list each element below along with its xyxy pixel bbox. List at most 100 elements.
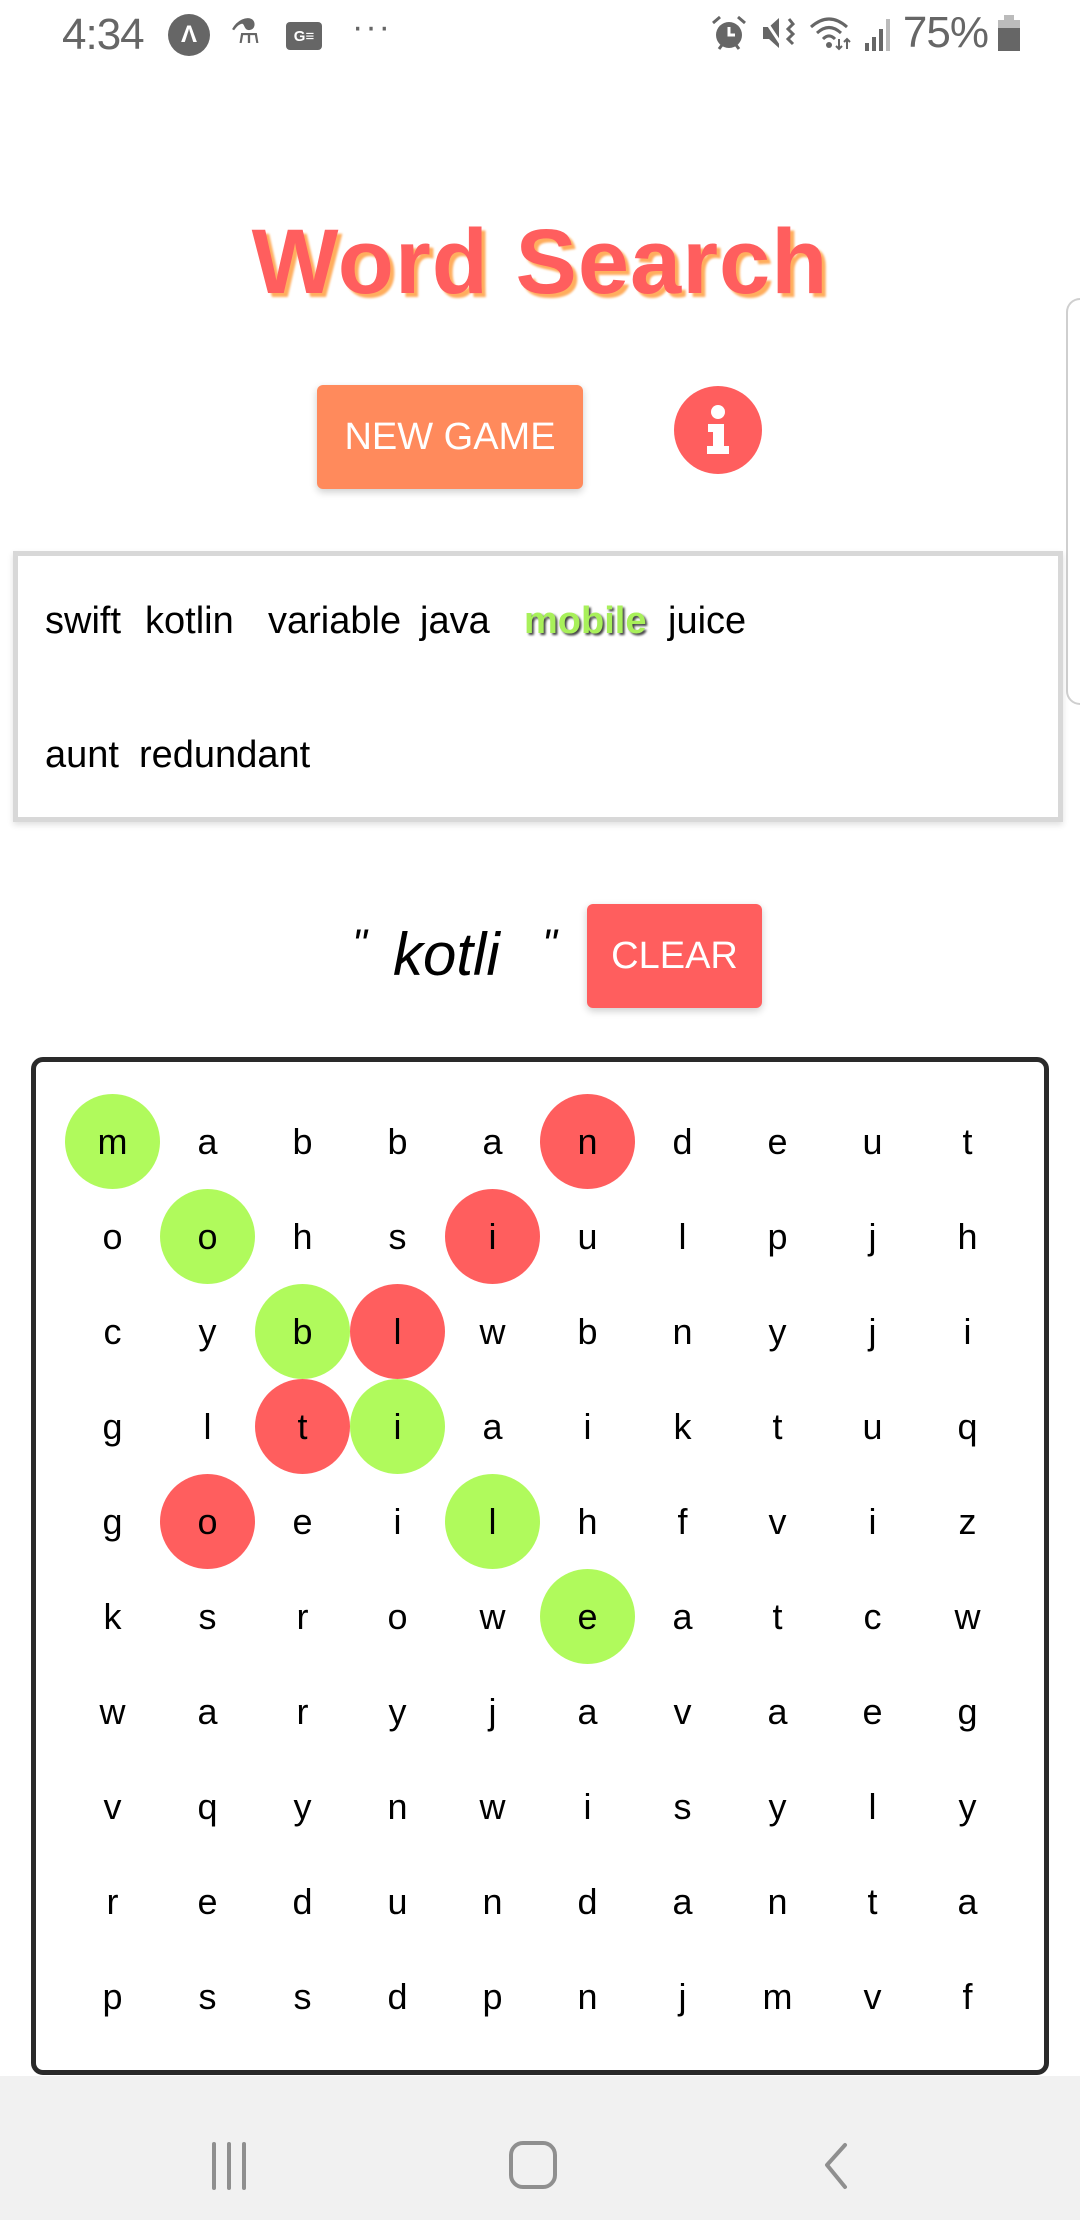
grid-cell[interactable]: y [920, 1759, 1015, 1854]
grid-cell[interactable]: u [825, 1094, 920, 1189]
grid-cell[interactable]: v [825, 1949, 920, 2044]
grid-cell[interactable]: o [160, 1474, 255, 1569]
info-button[interactable] [674, 386, 762, 474]
grid-cell[interactable]: a [635, 1854, 730, 1949]
grid-cell[interactable]: u [350, 1854, 445, 1949]
grid-cell[interactable]: j [445, 1664, 540, 1759]
grid-cell[interactable]: r [255, 1569, 350, 1664]
grid-cell[interactable]: w [445, 1759, 540, 1854]
grid-cell[interactable]: v [730, 1474, 825, 1569]
grid-cell[interactable]: a [160, 1094, 255, 1189]
grid-cell[interactable]: t [920, 1094, 1015, 1189]
grid-cell[interactable]: i [825, 1474, 920, 1569]
grid-cell[interactable]: p [445, 1949, 540, 2044]
grid-cell[interactable]: l [445, 1474, 540, 1569]
grid-cell[interactable]: n [540, 1949, 635, 2044]
recent-apps-icon[interactable] [205, 2141, 255, 2191]
grid-cell[interactable]: i [540, 1379, 635, 1474]
new-game-button[interactable]: NEW GAME [317, 385, 583, 489]
grid-cell[interactable]: i [350, 1474, 445, 1569]
clear-button[interactable]: CLEAR [587, 904, 762, 1008]
grid-cell[interactable]: i [540, 1759, 635, 1854]
grid-cell[interactable]: a [445, 1094, 540, 1189]
grid-cell[interactable]: y [255, 1759, 350, 1854]
grid-cell[interactable]: b [540, 1284, 635, 1379]
grid-cell[interactable]: v [635, 1664, 730, 1759]
grid-cell[interactable]: a [540, 1664, 635, 1759]
grid-cell[interactable]: s [350, 1189, 445, 1284]
grid-cell[interactable]: h [540, 1474, 635, 1569]
grid-cell[interactable]: e [160, 1854, 255, 1949]
grid-cell[interactable]: n [635, 1284, 730, 1379]
grid-cell[interactable]: y [730, 1759, 825, 1854]
grid-cell[interactable]: o [350, 1569, 445, 1664]
grid-cell[interactable]: j [635, 1949, 730, 2044]
grid-cell[interactable]: t [730, 1569, 825, 1664]
grid-cell[interactable]: g [65, 1474, 160, 1569]
grid-cell[interactable]: i [920, 1284, 1015, 1379]
grid-cell[interactable]: y [160, 1284, 255, 1379]
grid-cell[interactable]: d [350, 1949, 445, 2044]
grid-cell[interactable]: u [825, 1379, 920, 1474]
grid-cell[interactable]: b [255, 1094, 350, 1189]
grid-cell[interactable]: d [635, 1094, 730, 1189]
grid-cell[interactable]: z [920, 1474, 1015, 1569]
grid-cell[interactable]: o [160, 1189, 255, 1284]
grid-cell[interactable]: l [825, 1759, 920, 1854]
grid-cell[interactable]: p [65, 1949, 160, 2044]
grid-cell[interactable]: l [160, 1379, 255, 1474]
grid-cell[interactable]: u [540, 1189, 635, 1284]
grid-cell[interactable]: n [445, 1854, 540, 1949]
grid-cell[interactable]: q [920, 1379, 1015, 1474]
grid-cell[interactable]: e [825, 1664, 920, 1759]
grid-cell[interactable]: a [730, 1664, 825, 1759]
grid-cell[interactable]: g [920, 1664, 1015, 1759]
grid-cell[interactable]: m [730, 1949, 825, 2044]
grid-cell[interactable]: s [160, 1949, 255, 2044]
grid-cell[interactable]: m [65, 1094, 160, 1189]
grid-cell[interactable]: a [160, 1664, 255, 1759]
grid-cell[interactable]: e [730, 1094, 825, 1189]
grid-cell[interactable]: h [920, 1189, 1015, 1284]
grid-cell[interactable]: k [65, 1569, 160, 1664]
grid-cell[interactable]: d [255, 1854, 350, 1949]
grid-cell[interactable]: q [160, 1759, 255, 1854]
grid-cell[interactable]: w [445, 1284, 540, 1379]
grid-cell[interactable]: c [65, 1284, 160, 1379]
home-icon[interactable] [508, 2140, 558, 2192]
grid-cell[interactable]: y [730, 1284, 825, 1379]
grid-cell[interactable]: s [255, 1949, 350, 2044]
grid-cell[interactable]: i [445, 1189, 540, 1284]
grid-cell[interactable]: j [825, 1284, 920, 1379]
grid-cell[interactable]: s [160, 1569, 255, 1664]
grid-cell[interactable]: r [65, 1854, 160, 1949]
grid-cell[interactable]: i [350, 1379, 445, 1474]
grid-cell[interactable]: b [350, 1094, 445, 1189]
grid-cell[interactable]: j [825, 1189, 920, 1284]
grid-cell[interactable]: h [255, 1189, 350, 1284]
grid-cell[interactable]: k [635, 1379, 730, 1474]
grid-cell[interactable]: p [730, 1189, 825, 1284]
edge-panel-handle[interactable] [1066, 298, 1080, 705]
grid-cell[interactable]: g [65, 1379, 160, 1474]
grid-cell[interactable]: n [350, 1759, 445, 1854]
grid-cell[interactable]: b [255, 1284, 350, 1379]
grid-cell[interactable]: e [540, 1569, 635, 1664]
grid-cell[interactable]: n [730, 1854, 825, 1949]
grid-cell[interactable]: w [65, 1664, 160, 1759]
grid-cell[interactable]: v [65, 1759, 160, 1854]
grid-cell[interactable]: l [350, 1284, 445, 1379]
grid-cell[interactable]: l [635, 1189, 730, 1284]
grid-cell[interactable]: a [920, 1854, 1015, 1949]
grid-cell[interactable]: e [255, 1474, 350, 1569]
grid-cell[interactable]: f [920, 1949, 1015, 2044]
grid-cell[interactable]: t [825, 1854, 920, 1949]
grid-cell[interactable]: n [540, 1094, 635, 1189]
grid-cell[interactable]: t [255, 1379, 350, 1474]
grid-cell[interactable]: s [635, 1759, 730, 1854]
grid-cell[interactable]: o [65, 1189, 160, 1284]
grid-cell[interactable]: t [730, 1379, 825, 1474]
grid-cell[interactable]: w [920, 1569, 1015, 1664]
grid-cell[interactable]: w [445, 1569, 540, 1664]
grid-cell[interactable]: r [255, 1664, 350, 1759]
